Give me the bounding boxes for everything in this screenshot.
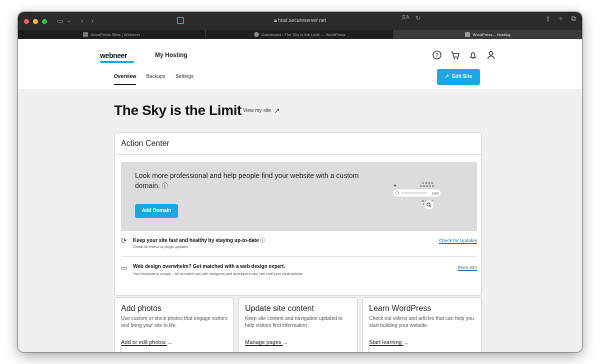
new-tab-icon[interactable]: + xyxy=(559,16,563,23)
card-description: Keep site content and navigation updated… xyxy=(245,316,343,329)
arrow-right-icon: → xyxy=(403,340,409,346)
add-edit-photos-link[interactable]: Add or edit photos → xyxy=(121,340,173,346)
row-title: Web design overwhelm? Get matched with a… xyxy=(133,264,286,270)
action-center-title: Action Center xyxy=(121,139,170,148)
refresh-icon: ⟳ xyxy=(121,238,127,245)
card-link-label: Add or edit photos xyxy=(121,340,166,346)
cart-icon[interactable] xyxy=(450,50,460,60)
add-photos-card: Add photos Use custom or stock photos th… xyxy=(114,297,234,352)
edit-site-button[interactable]: ↗ Edit Site xyxy=(437,69,480,85)
view-site-link[interactable]: View my site ↗ xyxy=(243,107,280,115)
close-window-button[interactable] xyxy=(24,18,29,24)
banner-message: Look more professional and help people f… xyxy=(135,173,359,190)
user-icon[interactable] xyxy=(486,50,496,60)
address-text: host.secureserver.net xyxy=(278,18,326,24)
page-content: webneer My Hosting ? Overview Backups Se… xyxy=(18,39,582,352)
tab-webneer-sites[interactable]: WordPress Sites | Webneer xyxy=(18,30,206,39)
add-domain-button[interactable]: Add Domain xyxy=(135,204,178,218)
chat-icon: ▭ xyxy=(121,265,128,272)
card-title: Add photos xyxy=(121,304,162,313)
divider xyxy=(121,256,477,257)
tab-settings[interactable]: Settings xyxy=(175,74,193,80)
header-icons: ? xyxy=(432,50,496,60)
info-icon[interactable]: ⓘ xyxy=(162,184,168,190)
webneer-favicon-icon xyxy=(82,32,88,37)
share-icon[interactable]: ⇪ xyxy=(545,16,551,23)
help-icon[interactable]: ⓘ xyxy=(260,238,265,244)
external-link-icon: ↗ xyxy=(444,74,450,80)
check-for-updates-link[interactable]: Check for Updates xyxy=(439,238,477,243)
section-title[interactable]: My Hosting xyxy=(155,53,187,59)
domain-suffix: .com xyxy=(431,192,439,196)
row-title-text: Keep your site fast and healthy by stayi… xyxy=(133,238,259,244)
action-center-card: Action Center Look more professional and… xyxy=(114,132,482,296)
minimize-window-button[interactable] xyxy=(33,18,38,24)
row-title: Keep your site fast and healthy by stayi… xyxy=(133,237,265,244)
logo-underline xyxy=(100,61,134,63)
tab-dashboard[interactable]: Dashboard ‹ The Sky is the Limit — WordP… xyxy=(206,30,394,39)
sidebar-toggle-icon[interactable]: ▭ xyxy=(57,18,64,25)
svg-text:?: ? xyxy=(436,53,439,59)
arrow-right-icon: → xyxy=(282,340,289,346)
external-link-icon: ↗ xyxy=(273,108,280,115)
window-controls xyxy=(24,18,47,24)
divider xyxy=(115,154,481,155)
update-content-card: Update site content Keep site content an… xyxy=(238,297,358,352)
learn-wordpress-card: Learn WordPress Check out videos and art… xyxy=(362,297,482,352)
wordpress-favicon-icon xyxy=(253,32,259,37)
start-learning-link[interactable]: Start learning → xyxy=(369,340,409,346)
card-title: Update site content xyxy=(245,304,314,313)
chevron-down-icon[interactable]: ⌄ xyxy=(67,18,71,24)
lock-icon: 🔒︎ xyxy=(274,18,277,24)
tab-wordpress-hosting[interactable]: WordPress – Hosting xyxy=(394,30,582,39)
more-info-link[interactable]: More info xyxy=(458,265,477,270)
domain-illustration: .com xyxy=(391,179,446,215)
reload-icon[interactable]: ↻ xyxy=(415,16,420,22)
translate-icon[interactable]: 文A xyxy=(401,16,409,22)
card-title: Learn WordPress xyxy=(369,304,432,313)
card-link-label: Manage pages xyxy=(245,340,282,346)
custom-domain-banner: Look more professional and help people f… xyxy=(121,162,477,231)
back-icon[interactable]: ‹ xyxy=(81,18,83,25)
row-subtitle: Check for theme or plugin updates xyxy=(133,245,188,249)
zoom-window-button[interactable] xyxy=(42,18,47,24)
sub-navigation: Overview Backups Settings xyxy=(114,74,194,85)
view-site-label: View my site xyxy=(243,108,271,114)
forward-icon[interactable]: › xyxy=(91,18,93,25)
tab-label: WordPress – Hosting xyxy=(472,32,511,37)
tab-overview[interactable]: Overview xyxy=(114,74,137,85)
tab-bar: WordPress Sites | Webneer Dashboard ‹ Th… xyxy=(18,30,582,39)
card-description: Check out videos and articles that can h… xyxy=(369,316,474,329)
page-title: The Sky is the Limit xyxy=(114,102,242,118)
banner-text: Look more professional and help people f… xyxy=(135,172,375,192)
bell-icon[interactable] xyxy=(468,50,478,60)
tab-label: WordPress Sites | Webneer xyxy=(90,32,141,37)
browser-titlebar: ▭ ⌄ ‹ › 🔒︎ host.secureserver.net 文A ↻ ⇪ … xyxy=(18,12,582,30)
tab-overview-icon[interactable]: ⧉ xyxy=(571,16,576,23)
arrow-right-icon: → xyxy=(167,340,173,346)
tab-label: Dashboard ‹ The Sky is the Limit — WordP… xyxy=(261,32,346,37)
browser-window: ▭ ⌄ ‹ › 🔒︎ host.secureserver.net 文A ↻ ⇪ … xyxy=(18,12,582,352)
help-icon[interactable]: ? xyxy=(432,50,442,60)
card-link-label: Start learning xyxy=(369,340,402,346)
hosting-favicon-icon xyxy=(464,32,470,37)
edit-site-label: Edit Site xyxy=(452,74,473,80)
tab-backups[interactable]: Backups xyxy=(146,74,165,80)
row-subtitle: Your business is unique – let us match y… xyxy=(133,272,304,276)
manage-pages-link[interactable]: Manage pages → xyxy=(245,340,288,346)
logo[interactable]: webneer xyxy=(100,53,127,60)
card-description: Use custom or stock photos that engage v… xyxy=(121,316,228,329)
site-header: webneer My Hosting ? Overview Backups Se… xyxy=(18,39,582,89)
